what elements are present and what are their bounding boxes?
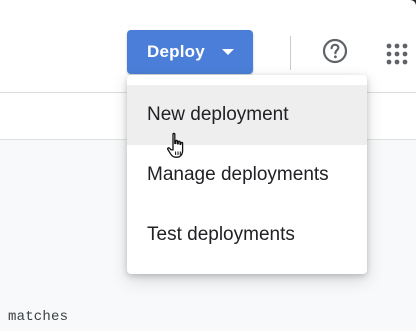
menu-item-new-deployment[interactable]: New deployment xyxy=(127,85,367,145)
code-text: matches xyxy=(8,309,69,325)
menu-item-label: Test deployments xyxy=(147,224,295,245)
apps-grid-icon[interactable] xyxy=(385,42,409,66)
help-circle-icon[interactable] xyxy=(322,38,348,64)
menu-item-label: Manage deployments xyxy=(147,164,329,185)
menu-item-manage-deployments[interactable]: Manage deployments xyxy=(127,145,367,205)
chevron-down-icon xyxy=(222,49,234,55)
menu-item-label: New deployment xyxy=(147,104,289,125)
deploy-dropdown-menu: New deployment Manage deployments Test d… xyxy=(127,75,367,274)
deploy-button[interactable]: Deploy xyxy=(127,30,253,74)
header-divider xyxy=(290,36,291,70)
deploy-button-label: Deploy xyxy=(147,42,205,61)
menu-item-test-deployments[interactable]: Test deployments xyxy=(127,205,367,265)
